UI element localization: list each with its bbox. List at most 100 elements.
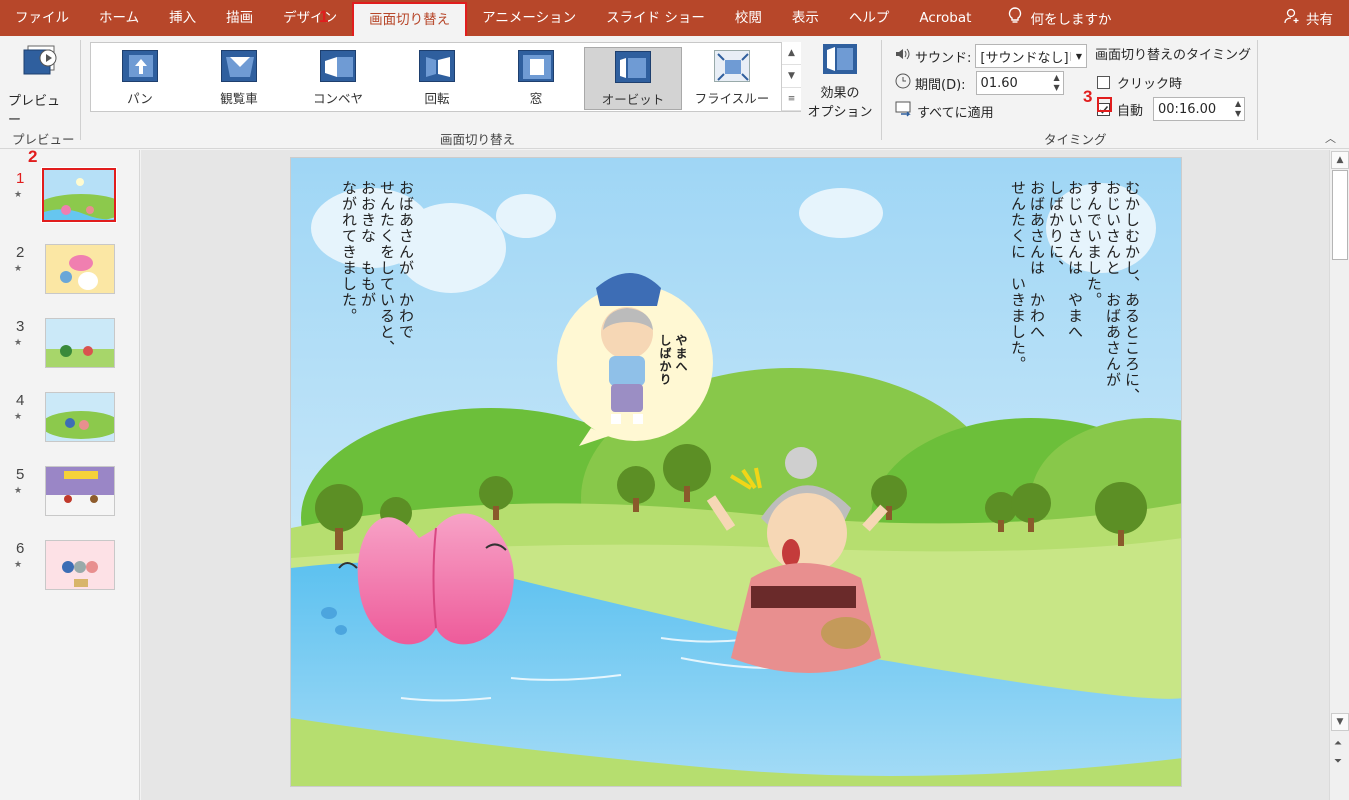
tab-animations[interactable]: アニメーション: [467, 0, 591, 36]
tab-insert[interactable]: 挿入: [154, 0, 211, 36]
tab-help[interactable]: ヘルプ: [834, 0, 905, 36]
tell-me-text: 何をしますか: [1030, 12, 1112, 28]
slide-thumbnail-5[interactable]: 5 ★: [10, 466, 120, 518]
duration-value: 01.60: [980, 75, 1018, 91]
slide-canvas[interactable]: むかしむかし、あるところに、 おじいさんと おばあさんが すんでいました。 おじ…: [290, 157, 1182, 787]
fly-through-icon: [714, 50, 750, 82]
slide-number: 2: [16, 244, 25, 261]
timing-group-label: タイミング: [1044, 132, 1107, 147]
lightbulb-icon: [1008, 7, 1022, 29]
tab-slideshow[interactable]: スライド ショー: [591, 0, 720, 36]
on-click-label: クリック時: [1117, 77, 1183, 92]
previous-slide-icon[interactable]: ⏶: [1334, 738, 1342, 749]
transition-orbit[interactable]: オービット: [584, 47, 682, 110]
spinner-icon[interactable]: ▲ ▼: [1232, 99, 1244, 119]
effect-options-icon: [821, 42, 859, 80]
tab-acrobat[interactable]: Acrobat: [904, 0, 986, 36]
gallery-down-arrow-icon[interactable]: ▼: [782, 65, 801, 88]
star-icon: ★: [14, 264, 23, 274]
story-text-left: おばあさんが かわで せんたくをしていると、 おおきな ももが ながれてきました…: [340, 180, 415, 356]
auto-time-value: 00:16.00: [1158, 101, 1217, 117]
transition-label: パン: [127, 91, 153, 106]
vertical-scrollbar[interactable]: ▲ ▼ ⏶ ⏷: [1329, 150, 1349, 800]
ferris-wheel-icon: [221, 50, 257, 82]
speech-bubble-text: やまへ しばかり: [658, 334, 688, 386]
transition-label: 観覧車: [220, 91, 258, 106]
preview-label: プレビュー: [8, 94, 61, 128]
scroll-down-icon[interactable]: ▼: [1331, 713, 1349, 731]
separator: [881, 40, 882, 140]
tab-design[interactable]: デザイン: [268, 0, 352, 36]
auto-label: 自動: [1117, 103, 1144, 119]
slide-thumbnail-6[interactable]: 6 ★: [10, 540, 120, 592]
thumbnail-image: [41, 167, 117, 223]
auto-time-input[interactable]: 00:16.00 ▲ ▼: [1153, 97, 1246, 121]
chevron-down-icon: ▼: [1070, 51, 1086, 61]
on-click-checkbox-row[interactable]: クリック時: [1097, 73, 1182, 92]
tell-me-box[interactable]: 何をしますか: [986, 7, 1111, 29]
sound-dropdown[interactable]: [サウンドなし] ▼: [975, 44, 1088, 68]
share-button[interactable]: 共有: [1284, 0, 1333, 36]
duration-input[interactable]: 01.60 ▲ ▼: [975, 71, 1064, 95]
transition-ferris-wheel[interactable]: 観覧車: [190, 47, 288, 110]
tab-draw[interactable]: 描画: [211, 0, 268, 36]
transition-window[interactable]: 窓: [487, 47, 585, 110]
person-icon: [1284, 8, 1300, 28]
pan-icon: [122, 50, 158, 82]
preview-button[interactable]: プレビュー: [8, 44, 70, 128]
tab-view[interactable]: 表示: [777, 0, 834, 36]
auto-row: 自動 00:16.00 ▲ ▼: [1097, 97, 1246, 121]
orbit-icon: [615, 51, 651, 83]
thumbnail-image: [45, 540, 115, 590]
slide-number: 4: [16, 392, 25, 409]
tab-transitions[interactable]: 画面切り替え: [352, 2, 468, 36]
transition-label: フライスルー: [694, 91, 770, 106]
slide-thumbnail-1[interactable]: 1 ★: [10, 167, 120, 223]
callout-3-highlight: [1097, 97, 1112, 112]
transition-fly-through[interactable]: フライスルー: [683, 47, 781, 110]
separator: [80, 40, 81, 140]
next-slide-icon[interactable]: ⏷: [1334, 756, 1342, 767]
clock-icon: [895, 73, 911, 93]
apply-all-button[interactable]: すべてに適用: [895, 101, 994, 121]
slide-number: 5: [16, 466, 25, 483]
window-icon: [518, 50, 554, 82]
tab-home[interactable]: ホーム: [84, 0, 154, 36]
slide-number: 6: [16, 540, 25, 557]
slide-number: 3: [16, 318, 25, 335]
ribbon: プレビュー プレビュー パン 観覧車 コンベヤ 回転 窓 オービット フライスル…: [0, 36, 1349, 149]
gallery-more-icon[interactable]: ≡: [782, 88, 801, 111]
conveyor-icon: [320, 50, 356, 82]
slide-thumbnail-2[interactable]: 2 ★: [10, 244, 120, 296]
tab-file[interactable]: ファイル: [0, 0, 84, 36]
transition-pan[interactable]: パン: [91, 47, 189, 110]
spinner-icon[interactable]: ▲ ▼: [1051, 73, 1063, 93]
scroll-up-icon[interactable]: ▲: [1331, 151, 1349, 169]
transition-rotate[interactable]: 回転: [388, 47, 486, 110]
gallery-up-arrow-icon[interactable]: ▲: [782, 42, 801, 65]
transition-label: オービット: [601, 92, 665, 107]
collapse-ribbon-icon[interactable]: ︿: [1325, 130, 1336, 146]
thumbnail-image: [45, 244, 115, 294]
callout-1: 1: [319, 7, 329, 26]
callout-3: 3: [1083, 87, 1093, 106]
tab-review[interactable]: 校閲: [720, 0, 777, 36]
share-label: 共有: [1306, 12, 1333, 28]
star-icon: ★: [14, 190, 23, 200]
slide-thumbnail-3[interactable]: 3 ★: [10, 318, 120, 370]
story-text-right: むかしむかし、あるところに、 おじいさんと おばあさんが すんでいました。 おじ…: [1009, 180, 1141, 404]
transition-label: コンベヤ: [312, 91, 363, 106]
star-icon: ★: [14, 338, 23, 348]
peach-illustration: [357, 513, 514, 645]
sound-value: [サウンドなし]: [980, 50, 1069, 66]
slide-thumbnail-4[interactable]: 4 ★: [10, 392, 120, 444]
effect-options-label-2: オプション: [807, 105, 873, 120]
scroll-thumb[interactable]: [1332, 170, 1348, 260]
transition-conveyor[interactable]: コンベヤ: [289, 47, 387, 110]
on-click-checkbox[interactable]: [1097, 76, 1110, 89]
duration-label: 期間(D):: [915, 77, 966, 93]
slide-thumbnail-pane: 1 ★ 2 ★ 3 ★ 4 ★ 5 ★ 6 ★: [0, 150, 140, 800]
transition-label: 窓: [529, 91, 543, 106]
effect-options-button[interactable]: 効果の オプション: [805, 42, 875, 120]
duration-row: 期間(D): 01.60 ▲ ▼: [895, 71, 1064, 95]
